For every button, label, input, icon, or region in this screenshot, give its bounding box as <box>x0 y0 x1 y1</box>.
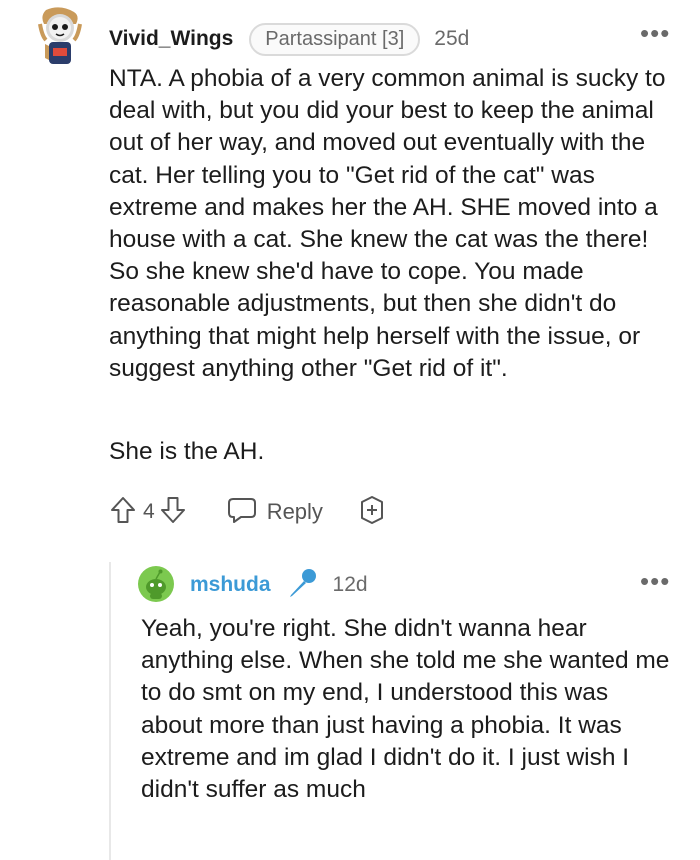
upvote-icon[interactable] <box>109 495 137 530</box>
avatar[interactable] <box>36 6 84 70</box>
comment-meta: Vivid_Wings Partassipant [3] 25d <box>109 20 469 58</box>
comment-body: NTA. A phobia of a very common animal is… <box>109 65 666 382</box>
mic-icon <box>285 566 319 605</box>
user-flair: Partassipant [3] <box>249 22 421 56</box>
snoo-avatar-icon <box>138 566 174 602</box>
downvote-icon[interactable] <box>159 495 187 530</box>
reply-icon <box>227 496 257 529</box>
comment-age: 25d <box>434 27 470 50</box>
reply-button[interactable]: Reply <box>227 496 323 529</box>
more-options-icon[interactable]: ••• <box>640 568 670 594</box>
username[interactable]: Vivid_Wings <box>109 27 233 51</box>
comment-body: Yeah, you're right. She didn't wanna hea… <box>141 615 670 804</box>
vote-count: 4 <box>143 500 155 523</box>
comment-body: She is the AH. <box>109 438 265 465</box>
comment-actions: 4 Reply <box>109 494 387 530</box>
comment-meta: mshuda 12d <box>190 567 368 603</box>
thread-line[interactable] <box>109 562 111 860</box>
more-options-icon[interactable]: ••• <box>640 20 670 46</box>
award-icon[interactable] <box>357 495 387 530</box>
username[interactable]: mshuda <box>190 573 271 597</box>
avatar[interactable] <box>138 566 174 602</box>
user-avatar-icon <box>38 7 82 64</box>
comment-age: 12d <box>332 573 368 596</box>
reply-label: Reply <box>266 499 323 524</box>
